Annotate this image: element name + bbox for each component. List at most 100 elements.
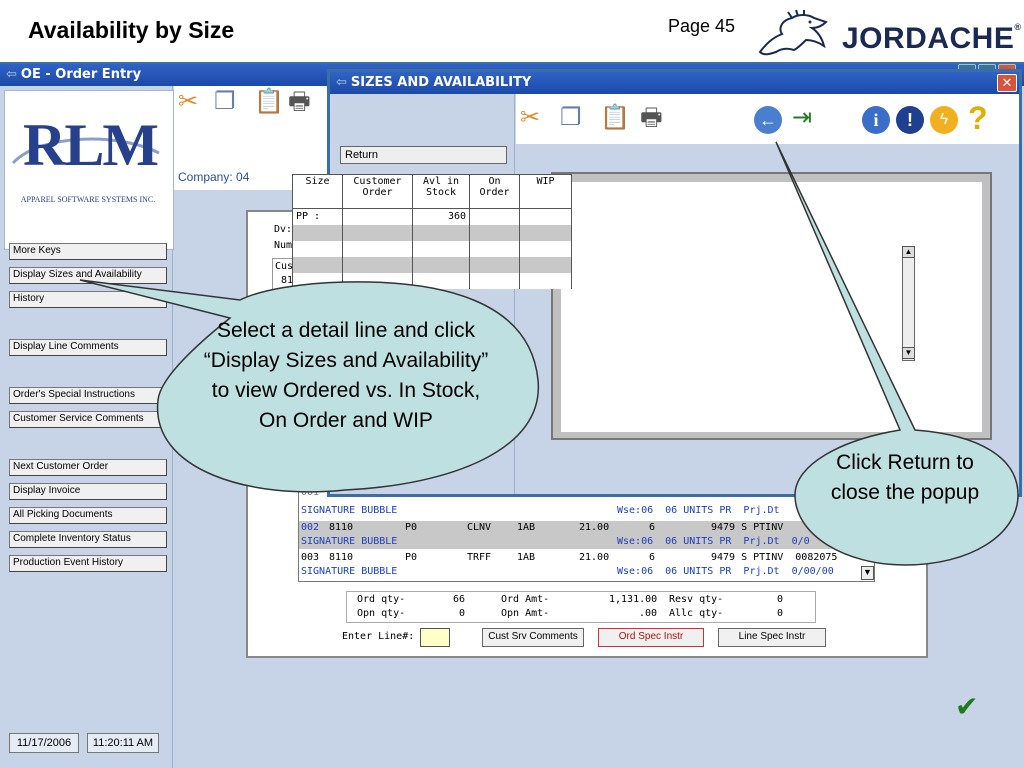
brand-wordmark: JORDACHE®: [842, 22, 1022, 55]
popup-titlebar[interactable]: ⇦ SIZES AND AVAILABILITY ✕: [330, 72, 1019, 94]
sizes-cell: [519, 256, 572, 273]
lightning-icon[interactable]: ϟ: [930, 106, 958, 134]
back-arrow-icon[interactable]: ←: [754, 106, 782, 134]
style-description: SIGNATURE BUBBLE: [301, 505, 398, 516]
sizes-cell: [469, 208, 520, 225]
line-status: 9479 S PTINV 0082075: [711, 552, 838, 563]
line-warehouse-info: Wse:06 06 UNITS PR Prj.Dt 0/00/00: [617, 566, 834, 577]
help-icon[interactable]: ?: [968, 100, 988, 137]
scroll-bottom-icon[interactable]: ▼: [902, 347, 915, 359]
sizes-cell: [519, 224, 572, 241]
scroll-top-icon[interactable]: ▲: [902, 246, 915, 258]
sizes-cell: [412, 272, 470, 289]
sizes-cell: [469, 256, 520, 273]
sizes-cell: [342, 208, 413, 225]
sizes-cell: [292, 272, 343, 289]
scissors-icon[interactable]: ✂: [178, 88, 198, 116]
line-spec-instr-button[interactable]: Line Spec Instr: [718, 628, 826, 647]
sizes-row[interactable]: [292, 256, 572, 273]
cust-srv-comments-button[interactable]: Cust Srv Comments: [482, 628, 584, 647]
sizes-scrollbar[interactable]: [902, 246, 915, 361]
copy-icon[interactable]: ❐: [214, 88, 236, 116]
line-code: P0: [405, 552, 418, 563]
sizes-cell: [412, 240, 470, 257]
line-price: 21.00: [579, 552, 610, 563]
sizes-header-row: Size Customer Order Avl in Stock On Orde…: [292, 174, 572, 209]
line-size-scale: 1AB: [517, 552, 536, 563]
slide: Availability by Size Page 45 JORDACHE® ⇦…: [0, 0, 1024, 768]
printer-icon[interactable]: 🖶: [640, 104, 663, 132]
line-size-scale: 1AB: [517, 522, 536, 533]
scissors-icon[interactable]: ✂: [520, 104, 540, 132]
slide-title: Availability by Size: [28, 17, 235, 43]
style-description: SIGNATURE BUBBLE: [301, 566, 398, 577]
sizes-cell: [342, 240, 413, 257]
resv-qty-value: 0: [777, 594, 784, 605]
production-event-history-button[interactable]: Production Event History: [9, 555, 167, 572]
sizes-row[interactable]: [292, 240, 572, 257]
scroll-down-arrow-icon[interactable]: ▼: [861, 566, 874, 580]
copy-icon[interactable]: ❐: [560, 104, 582, 132]
enter-line-label: Enter Line#:: [342, 631, 415, 642]
ord-spec-instr-button[interactable]: Ord Spec Instr: [598, 628, 704, 647]
line-warehouse-info: Wse:06 06 UNITS PR Prj.Dt: [617, 505, 780, 516]
history-button[interactable]: History: [9, 291, 167, 308]
sizes-cell: PP :: [292, 208, 343, 225]
line-row-003[interactable]: 003 8110 P0 TRFF 1AB 21.00 6 9479 S PTIN…: [299, 551, 874, 565]
display-sizes-availability-button[interactable]: Display Sizes and Availability: [9, 267, 167, 284]
more-keys-button[interactable]: More Keys: [9, 243, 167, 260]
line-style: 8110: [329, 522, 354, 533]
line-row-002[interactable]: 002 8110 P0 CLNV 1AB 21.00 6 9479 S PTIN…: [299, 521, 874, 535]
resv-qty-label: Resv qty-: [669, 594, 724, 605]
checkmark-icon[interactable]: ✔: [955, 690, 978, 723]
line-row-003-desc[interactable]: SIGNATURE BUBBLE Wse:06 06 UNITS PR Prj.…: [299, 565, 874, 579]
sizes-cell: [469, 272, 520, 289]
sizes-cell: [342, 272, 413, 289]
enter-line-input[interactable]: [420, 628, 450, 647]
alert-icon[interactable]: !: [896, 106, 924, 134]
exit-door-icon[interactable]: ⇥: [792, 104, 812, 132]
availability-area: [561, 182, 982, 432]
opn-qty-value: 0: [459, 608, 466, 619]
printer-icon[interactable]: 🖶: [288, 88, 311, 116]
popup-close-button[interactable]: ✕: [997, 74, 1017, 92]
page-number: Page 45: [668, 16, 736, 36]
display-invoice-button[interactable]: Display Invoice: [9, 483, 167, 500]
sizes-row[interactable]: PP : 360: [292, 208, 572, 225]
return-button[interactable]: Return: [340, 146, 507, 164]
line-qty: 6: [649, 552, 656, 563]
company-label: Company: 04: [178, 170, 250, 184]
popup-toolbar: ✂ ❐ 📋 🖶 ← ⇥ i ! ϟ ?: [516, 94, 1019, 144]
sizes-cell: [519, 240, 572, 257]
sizes-cell: [342, 224, 413, 241]
display-line-comments-button[interactable]: Display Line Comments: [9, 339, 167, 356]
sizes-row[interactable]: [292, 224, 572, 241]
allc-qty-label: Allc qty-: [669, 608, 724, 619]
all-picking-documents-button[interactable]: All Picking Documents: [9, 507, 167, 524]
rlm-logo: RLM APPAREL SOFTWARE SYSTEMS INC.: [4, 90, 174, 250]
line-row-002-desc[interactable]: SIGNATURE BUBBLE Wse:06 06 UNITS PR Prj.…: [299, 535, 874, 549]
window-icon: ⇦: [6, 67, 17, 82]
info-icon[interactable]: i: [862, 106, 890, 134]
customer-service-comments-button[interactable]: Customer Service Comments: [9, 411, 167, 428]
line-number: 001: [301, 490, 320, 498]
rlm-logo-text: RLM: [23, 112, 159, 178]
line-number: 003: [301, 552, 320, 563]
detail-lines-list: 001 SIGNATURE BUBBLE Wse:06 06 UNITS PR …: [298, 490, 875, 582]
sizes-cell: [342, 256, 413, 273]
line-style: 8110: [329, 552, 354, 563]
popup-title: SIZES AND AVAILABILITY: [350, 75, 532, 90]
ord-qty-label: Ord qty-: [357, 594, 406, 605]
paste-icon[interactable]: 📋: [254, 88, 284, 116]
allc-qty-value: 0: [777, 608, 784, 619]
sizes-table: Size Customer Order Avl in Stock On Orde…: [292, 174, 572, 289]
next-customer-order-button[interactable]: Next Customer Order: [9, 459, 167, 476]
sizes-cell: [412, 256, 470, 273]
sizes-row[interactable]: [292, 272, 572, 289]
line-number: 002: [301, 522, 320, 533]
ord-amt-label: Ord Amt-: [501, 594, 550, 605]
paste-icon[interactable]: 📋: [600, 104, 630, 132]
sizes-cell: [469, 224, 520, 241]
orders-special-instructions-button[interactable]: Order's Special Instructions: [9, 387, 167, 404]
complete-inventory-status-button[interactable]: Complete Inventory Status: [9, 531, 167, 548]
